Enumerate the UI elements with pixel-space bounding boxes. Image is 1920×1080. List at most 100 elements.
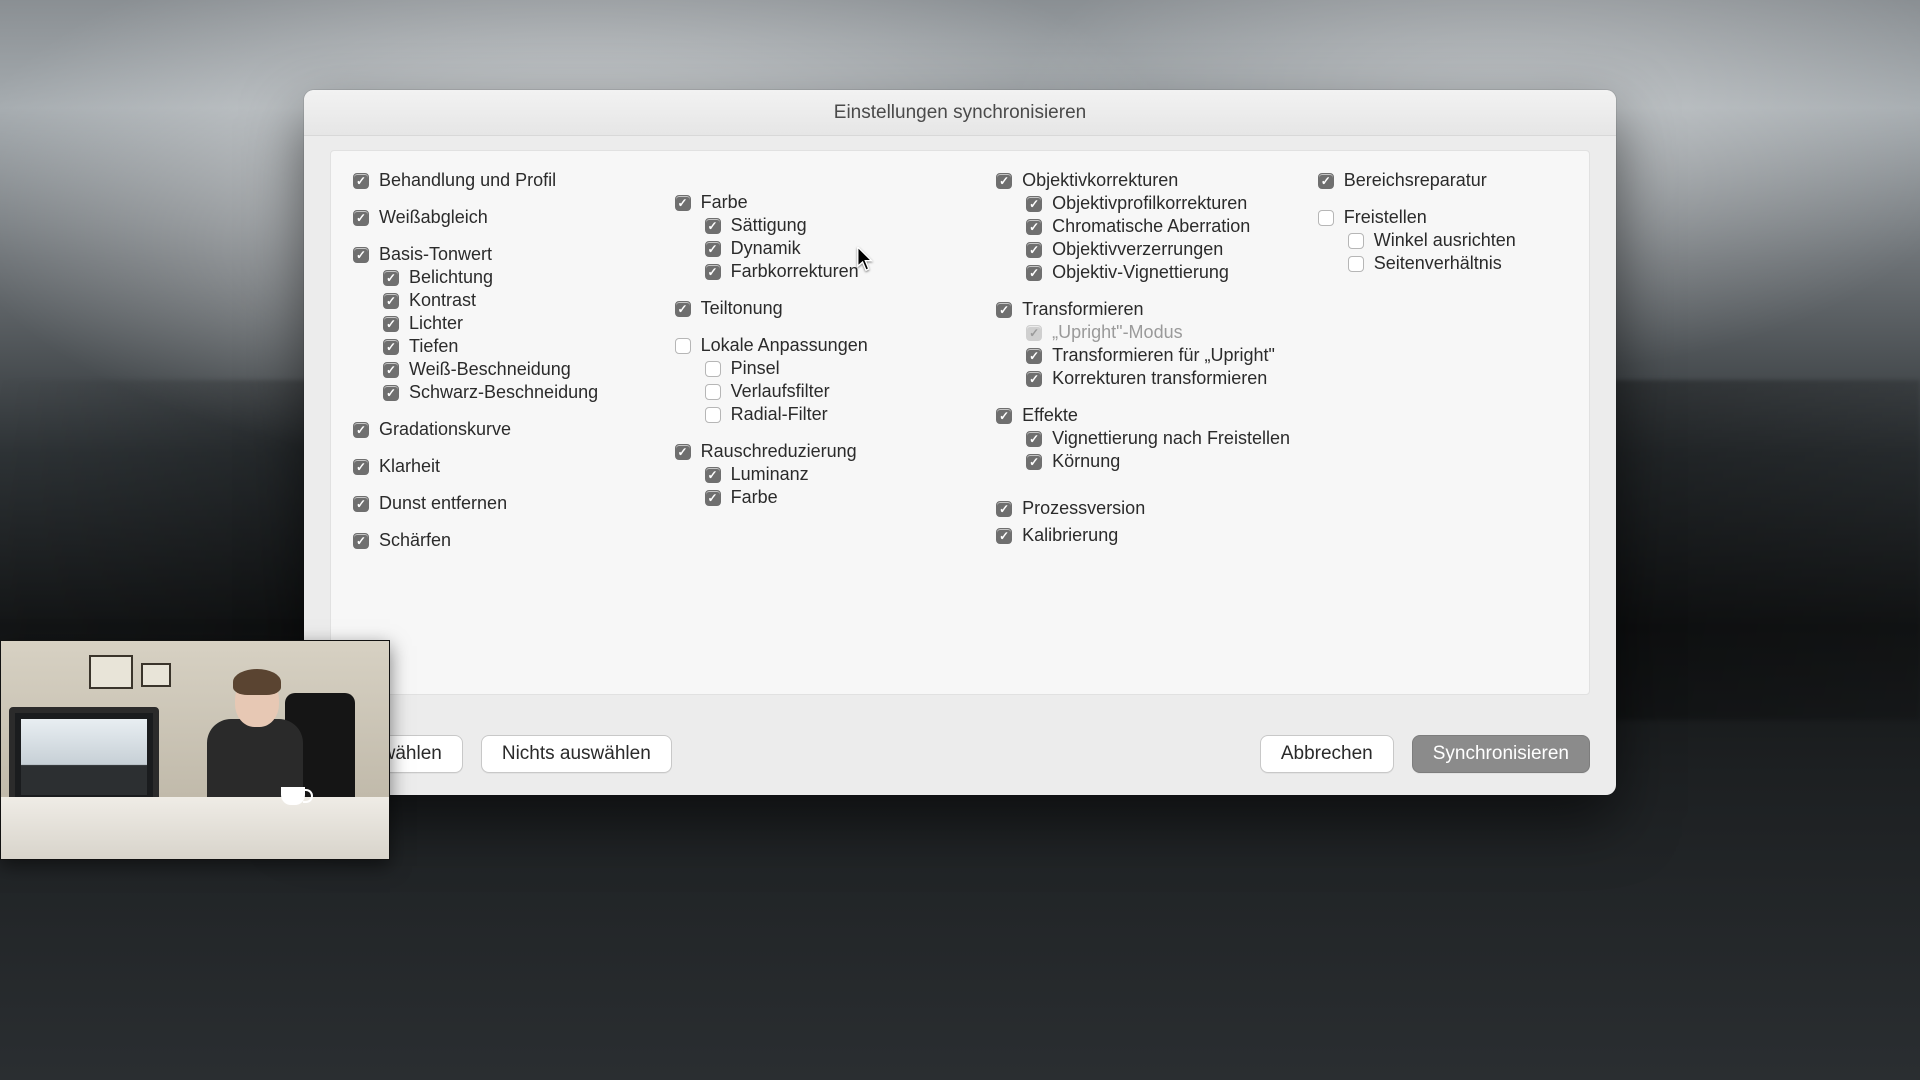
cancel-label: Abbrechen (1281, 743, 1373, 765)
dialog-titlebar: Einstellungen synchronisieren (304, 90, 1616, 136)
checkbox-gradient[interactable] (705, 384, 721, 400)
label-post-crop-vignette: Vignettierung nach Freistellen (1052, 428, 1290, 449)
checkbox-treatment-profile[interactable] (353, 173, 369, 189)
checkbox-split-toning[interactable] (675, 301, 691, 317)
label-effects: Effekte (1022, 405, 1078, 426)
label-transform-corr: Korrekturen transformieren (1052, 368, 1267, 389)
column-3: Objektivkorrekturen Objektivprofilkorrek… (996, 169, 1308, 566)
checkbox-transform[interactable] (996, 302, 1012, 318)
dialog-button-row: auswählen Nichts auswählen Abbrechen Syn… (330, 733, 1590, 775)
label-grain: Körnung (1052, 451, 1120, 472)
checkbox-clarity[interactable] (353, 459, 369, 475)
checkbox-highlights[interactable] (383, 316, 399, 332)
checkbox-color[interactable] (675, 195, 691, 211)
label-vibrance: Dynamik (731, 238, 801, 259)
column-1: Behandlung und Profil Weißabgleich Basis… (353, 169, 665, 566)
select-none-label: Nichts auswählen (502, 743, 651, 765)
label-lens: Objektivkorrekturen (1022, 170, 1178, 191)
checkbox-white-balance[interactable] (353, 210, 369, 226)
checkbox-vibrance[interactable] (705, 241, 721, 257)
label-clarity: Klarheit (379, 456, 440, 477)
desktop-background: Einstellungen synchronisieren Behandlung… (0, 0, 1920, 1080)
checkbox-basic-tone[interactable] (353, 247, 369, 263)
label-contrast: Kontrast (409, 290, 476, 311)
checkbox-chromatic[interactable] (1026, 219, 1042, 235)
label-calibration: Kalibrierung (1022, 525, 1118, 546)
label-tone-curve: Gradationskurve (379, 419, 511, 440)
checkbox-distortion[interactable] (1026, 242, 1042, 258)
label-highlights: Lichter (409, 313, 463, 334)
column-2: Farbe Sättigung Dynamik Farbkorrekturen … (675, 169, 987, 566)
label-color-adjust: Farbkorrekturen (731, 261, 859, 282)
label-treatment-profile: Behandlung und Profil (379, 170, 556, 191)
label-transform-upright: Transformieren für „Upright" (1052, 345, 1275, 366)
checkbox-crop[interactable] (1318, 210, 1334, 226)
label-color: Farbe (701, 192, 748, 213)
label-brush: Pinsel (731, 358, 780, 379)
label-noise-luminance: Luminanz (731, 464, 809, 485)
checkbox-lens-profile[interactable] (1026, 196, 1042, 212)
checkbox-tone-curve[interactable] (353, 422, 369, 438)
checkbox-shadows[interactable] (383, 339, 399, 355)
checkbox-saturation[interactable] (705, 218, 721, 234)
column-4: Bereichsreparatur Freistellen Winkel aus… (1318, 169, 1567, 566)
checkbox-dehaze[interactable] (353, 496, 369, 512)
checkbox-upright-mode (1026, 325, 1042, 341)
label-chromatic: Chromatische Aberration (1052, 216, 1250, 237)
checkbox-lens-vignette[interactable] (1026, 265, 1042, 281)
checkbox-local-adjust[interactable] (675, 338, 691, 354)
checkbox-grain[interactable] (1026, 454, 1042, 470)
checkbox-white-clip[interactable] (383, 362, 399, 378)
checkbox-noise-luminance[interactable] (705, 467, 721, 483)
label-transform: Transformieren (1022, 299, 1143, 320)
checkbox-exposure[interactable] (383, 270, 399, 286)
label-black-clip: Schwarz-Beschneidung (409, 382, 598, 403)
checkbox-spot-removal[interactable] (1318, 173, 1334, 189)
label-lens-vignette: Objektiv-Vignettierung (1052, 262, 1229, 283)
label-saturation: Sättigung (731, 215, 807, 236)
label-local-adjust: Lokale Anpassungen (701, 335, 868, 356)
checkbox-noise[interactable] (675, 444, 691, 460)
label-noise: Rauschreduzierung (701, 441, 857, 462)
checkbox-transform-corr[interactable] (1026, 371, 1042, 387)
cancel-button[interactable]: Abbrechen (1260, 735, 1394, 773)
label-lens-profile: Objektivprofilkorrekturen (1052, 193, 1247, 214)
synchronize-button[interactable]: Synchronisieren (1412, 735, 1590, 773)
checkbox-noise-color[interactable] (705, 490, 721, 506)
checkbox-radial[interactable] (705, 407, 721, 423)
label-exposure: Belichtung (409, 267, 493, 288)
label-split-toning: Teiltonung (701, 298, 783, 319)
label-distortion: Objektivverzerrungen (1052, 239, 1223, 260)
label-process-version: Prozessversion (1022, 498, 1145, 519)
checkbox-black-clip[interactable] (383, 385, 399, 401)
checkbox-post-crop-vignette[interactable] (1026, 431, 1042, 447)
checkbox-color-adjust[interactable] (705, 264, 721, 280)
label-dehaze: Dunst entfernen (379, 493, 507, 514)
label-white-balance: Weißabgleich (379, 207, 488, 228)
checkbox-calibration[interactable] (996, 528, 1012, 544)
webcam-overlay (0, 640, 390, 860)
checkbox-process-version[interactable] (996, 501, 1012, 517)
checkbox-straighten[interactable] (1348, 233, 1364, 249)
synchronize-label: Synchronisieren (1433, 743, 1569, 765)
sync-settings-dialog: Einstellungen synchronisieren Behandlung… (304, 90, 1616, 795)
select-none-button[interactable]: Nichts auswählen (481, 735, 672, 773)
dialog-title: Einstellungen synchronisieren (834, 102, 1086, 124)
checkbox-sharpen[interactable] (353, 533, 369, 549)
label-straighten: Winkel ausrichten (1374, 230, 1516, 251)
checkbox-transform-upright[interactable] (1026, 348, 1042, 364)
label-basic-tone: Basis-Tonwert (379, 244, 492, 265)
label-white-clip: Weiß-Beschneidung (409, 359, 571, 380)
label-gradient: Verlaufsfilter (731, 381, 830, 402)
checkbox-aspect[interactable] (1348, 256, 1364, 272)
label-crop: Freistellen (1344, 207, 1427, 228)
label-spot-removal: Bereichsreparatur (1344, 170, 1487, 191)
label-upright-mode: „Upright"-Modus (1052, 322, 1182, 343)
label-aspect: Seitenverhältnis (1374, 253, 1502, 274)
options-panel: Behandlung und Profil Weißabgleich Basis… (330, 150, 1590, 695)
checkbox-lens[interactable] (996, 173, 1012, 189)
checkbox-brush[interactable] (705, 361, 721, 377)
checkbox-contrast[interactable] (383, 293, 399, 309)
checkbox-effects[interactable] (996, 408, 1012, 424)
label-noise-color: Farbe (731, 487, 778, 508)
